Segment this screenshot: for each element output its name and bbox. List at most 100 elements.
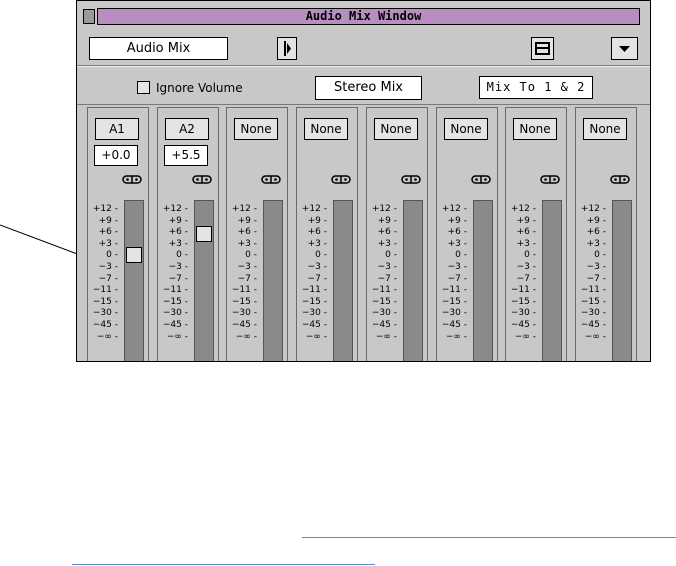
channel-track-button[interactable]: None	[234, 118, 278, 140]
fader-track[interactable]	[263, 200, 283, 361]
play-button[interactable]	[277, 37, 297, 60]
channel-link-icon[interactable]	[261, 175, 281, 184]
scale-tick-label: 0 -	[594, 250, 606, 260]
scale-tick-label: −∞ -	[96, 332, 118, 342]
channel-strip: None +12 - +9 - +6 - +3 -0 - −3 - −7 - −11 - −15…	[226, 107, 288, 361]
scale-tick-label: +9 -	[307, 216, 327, 226]
channel-track-button[interactable]: None	[374, 118, 418, 140]
scale-tick-label: +3 -	[168, 239, 188, 249]
scale-tick-label: −3 -	[168, 262, 188, 272]
scale-tick-label: −45 -	[441, 320, 467, 330]
channel-link-icon[interactable]	[540, 175, 560, 184]
scale-tick-label: +12 -	[371, 204, 397, 214]
scale-tick-label: +6 -	[447, 227, 467, 237]
menu-icon	[535, 42, 550, 55]
scale-tick-label: +3 -	[237, 239, 257, 249]
stereo-mix-button[interactable]: Stereo Mix	[315, 76, 422, 100]
channel-strip: A2 +5.5 +12 - +9 - +6 - +3 -0 - −3 - −7 - −11 - −…	[157, 107, 219, 361]
channel-volume-field[interactable]: +0.0	[94, 145, 138, 166]
scale-tick-label: +3 -	[586, 239, 606, 249]
scale-tick-label: −45 -	[301, 320, 327, 330]
scale-tick-label: −∞ -	[375, 332, 397, 342]
channel-link-icon[interactable]	[401, 175, 421, 184]
scale-tick-label: −11 -	[301, 285, 327, 295]
menu-button[interactable]	[531, 37, 554, 60]
scale-tick-label: −45 -	[231, 320, 257, 330]
scale-tick-label: −30 -	[231, 308, 257, 318]
dropdown-button[interactable]	[611, 37, 638, 60]
scale-tick-label: −11 -	[231, 285, 257, 295]
scale-tick-label: −11 -	[580, 285, 606, 295]
scale-tick-label: +3 -	[377, 239, 397, 249]
scale-tick-label: −∞ -	[445, 332, 467, 342]
channel-link-icon[interactable]	[471, 175, 491, 184]
channel-track-button[interactable]: None	[513, 118, 557, 140]
scale-tick-label: −7 -	[586, 274, 606, 284]
fader-track[interactable]	[612, 200, 632, 361]
link-underline[interactable]	[302, 537, 676, 538]
scale-tick-label: +12 -	[441, 204, 467, 214]
fader-track[interactable]	[124, 200, 144, 361]
scale-tick-label: −15 -	[580, 297, 606, 307]
scale-tick-label: 0 -	[385, 250, 397, 260]
scale-tick-label: −7 -	[516, 274, 536, 284]
scale-tick-label: +6 -	[516, 227, 536, 237]
scale-tick-label: −3 -	[237, 262, 257, 272]
channel-strip: A1 +0.0 +12 - +9 - +6 - +3 -0 - −3 - −7 - −11 - −…	[87, 107, 149, 361]
mix-name-field[interactable]: Audio Mix	[89, 37, 228, 60]
mix-to-field[interactable]: Mix To 1 & 2	[479, 76, 593, 99]
scale-tick-label: −15 -	[92, 297, 118, 307]
title-bar[interactable]: Audio Mix Window	[77, 1, 650, 25]
scale-tick-label: −15 -	[301, 297, 327, 307]
channel-link-icon[interactable]	[610, 175, 630, 184]
channel-track-button[interactable]: A1	[95, 118, 139, 140]
scale-tick-label: −7 -	[447, 274, 467, 284]
scale-tick-label: −30 -	[580, 308, 606, 318]
scale-tick-label: −45 -	[162, 320, 188, 330]
scale-tick-label: −3 -	[307, 262, 327, 272]
fader-thumb[interactable]	[126, 247, 142, 263]
fader-track[interactable]	[403, 200, 423, 361]
scale-tick-label: −11 -	[371, 285, 397, 295]
scale-tick-label: 0 -	[455, 250, 467, 260]
channel-volume-field[interactable]: +5.5	[164, 145, 208, 166]
fader-track[interactable]	[542, 200, 562, 361]
ignore-volume-label: Ignore Volume	[156, 81, 243, 95]
fader-track[interactable]	[194, 200, 214, 361]
scale-tick-label: +9 -	[586, 216, 606, 226]
link-underline[interactable]	[72, 564, 375, 565]
ignore-volume-checkbox[interactable]	[137, 81, 150, 94]
scale-tick-label: −∞ -	[305, 332, 327, 342]
channel-track-button[interactable]: A2	[165, 118, 209, 140]
channel-track-button[interactable]: None	[304, 118, 348, 140]
scale-tick-label: −7 -	[98, 274, 118, 284]
channel-track-button[interactable]: None	[583, 118, 627, 140]
scale-tick-label: −30 -	[92, 308, 118, 318]
triangle-down-icon	[619, 46, 630, 52]
fader-thumb[interactable]	[196, 226, 212, 242]
channel-link-icon[interactable]	[331, 175, 351, 184]
scale-tick-label: +3 -	[447, 239, 467, 249]
fader-track[interactable]	[333, 200, 353, 361]
scale-tick-label: −∞ -	[514, 332, 536, 342]
fader-track[interactable]	[473, 200, 493, 361]
scale-tick-label: +3 -	[516, 239, 536, 249]
scale-tick-label: +6 -	[586, 227, 606, 237]
scale-tick-label: +12 -	[580, 204, 606, 214]
scale-tick-label: −30 -	[371, 308, 397, 318]
scale-tick-label: +6 -	[307, 227, 327, 237]
scale-tick-label: −45 -	[580, 320, 606, 330]
channel-track-button[interactable]: None	[444, 118, 488, 140]
channel-link-icon[interactable]	[192, 175, 212, 184]
scale-tick-label: −45 -	[371, 320, 397, 330]
scale-tick-label: −3 -	[98, 262, 118, 272]
play-icon	[284, 41, 291, 56]
channel-link-icon[interactable]	[122, 175, 142, 184]
channel-strip: None +12 - +9 - +6 - +3 -0 - −3 - −7 - −11 - −15…	[296, 107, 358, 361]
scale-tick-label: −15 -	[510, 297, 536, 307]
scale-tick-label: −15 -	[231, 297, 257, 307]
scale-tick-label: −∞ -	[166, 332, 188, 342]
scale-tick-label: −30 -	[162, 308, 188, 318]
window-title: Audio Mix Window	[305, 9, 422, 23]
scale-tick-label: 0 -	[315, 250, 327, 260]
